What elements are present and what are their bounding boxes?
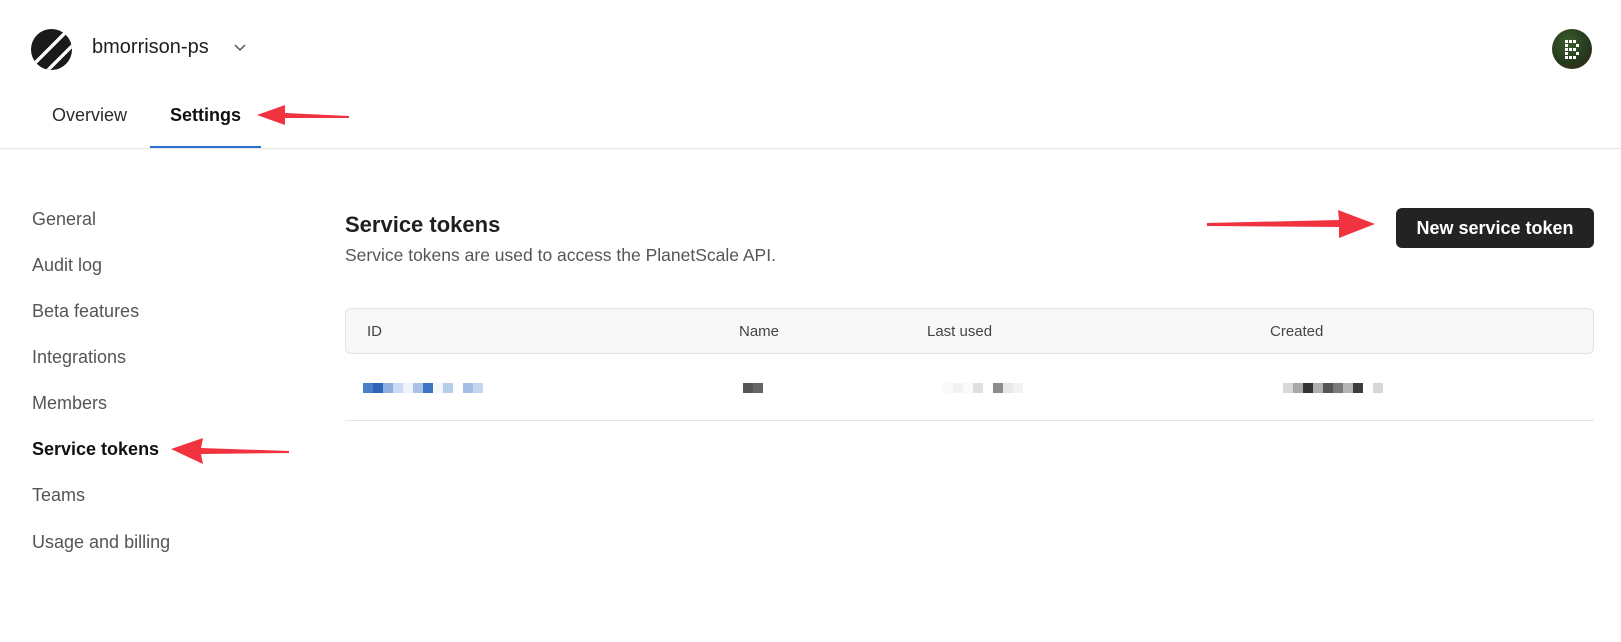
token-id-redacted[interactable] bbox=[363, 383, 483, 393]
annotation-arrow-icon bbox=[171, 438, 289, 464]
sidebar-item-general[interactable]: General bbox=[32, 209, 96, 230]
organization-name[interactable]: bmorrison-ps bbox=[92, 36, 209, 59]
avatar-pattern bbox=[1565, 40, 1579, 59]
column-header-id: ID bbox=[367, 323, 382, 340]
planetscale-logo-icon[interactable] bbox=[31, 29, 72, 70]
sidebar-item-usage-and-billing[interactable]: Usage and billing bbox=[32, 532, 170, 553]
table-row[interactable] bbox=[345, 354, 1594, 421]
tab-overview[interactable]: Overview bbox=[52, 105, 127, 126]
table-header: ID Name Last used Created bbox=[345, 308, 1594, 354]
new-service-token-button[interactable]: New service token bbox=[1396, 208, 1594, 248]
tab-settings[interactable]: Settings bbox=[170, 105, 241, 126]
chevron-down-icon[interactable] bbox=[233, 41, 247, 55]
sidebar-item-members[interactable]: Members bbox=[32, 393, 107, 414]
sidebar-item-service-tokens[interactable]: Service tokens bbox=[32, 439, 159, 460]
user-avatar-icon[interactable] bbox=[1552, 29, 1592, 69]
page-title: Service tokens bbox=[345, 212, 501, 237]
token-name-redacted bbox=[743, 383, 763, 393]
sidebar-item-beta-features[interactable]: Beta features bbox=[32, 301, 139, 322]
annotation-arrow-icon bbox=[1207, 210, 1375, 238]
sidebar-item-audit-log[interactable]: Audit log bbox=[32, 255, 102, 276]
column-header-created: Created bbox=[1270, 323, 1324, 340]
token-last-used-redacted bbox=[943, 383, 1023, 393]
top-navigation: bmorrison-ps Overview Settings bbox=[0, 0, 1621, 149]
active-tab-indicator bbox=[150, 146, 261, 148]
annotation-arrow-icon bbox=[257, 105, 349, 125]
token-created-redacted bbox=[1283, 383, 1383, 393]
service-tokens-table: ID Name Last used Created bbox=[345, 308, 1594, 421]
column-header-name: Name bbox=[739, 323, 780, 340]
sidebar-item-integrations[interactable]: Integrations bbox=[32, 347, 126, 368]
column-header-last-used: Last used bbox=[927, 323, 993, 340]
sidebar-item-teams[interactable]: Teams bbox=[32, 485, 85, 506]
page-subtitle: Service tokens are used to access the Pl… bbox=[345, 245, 776, 265]
